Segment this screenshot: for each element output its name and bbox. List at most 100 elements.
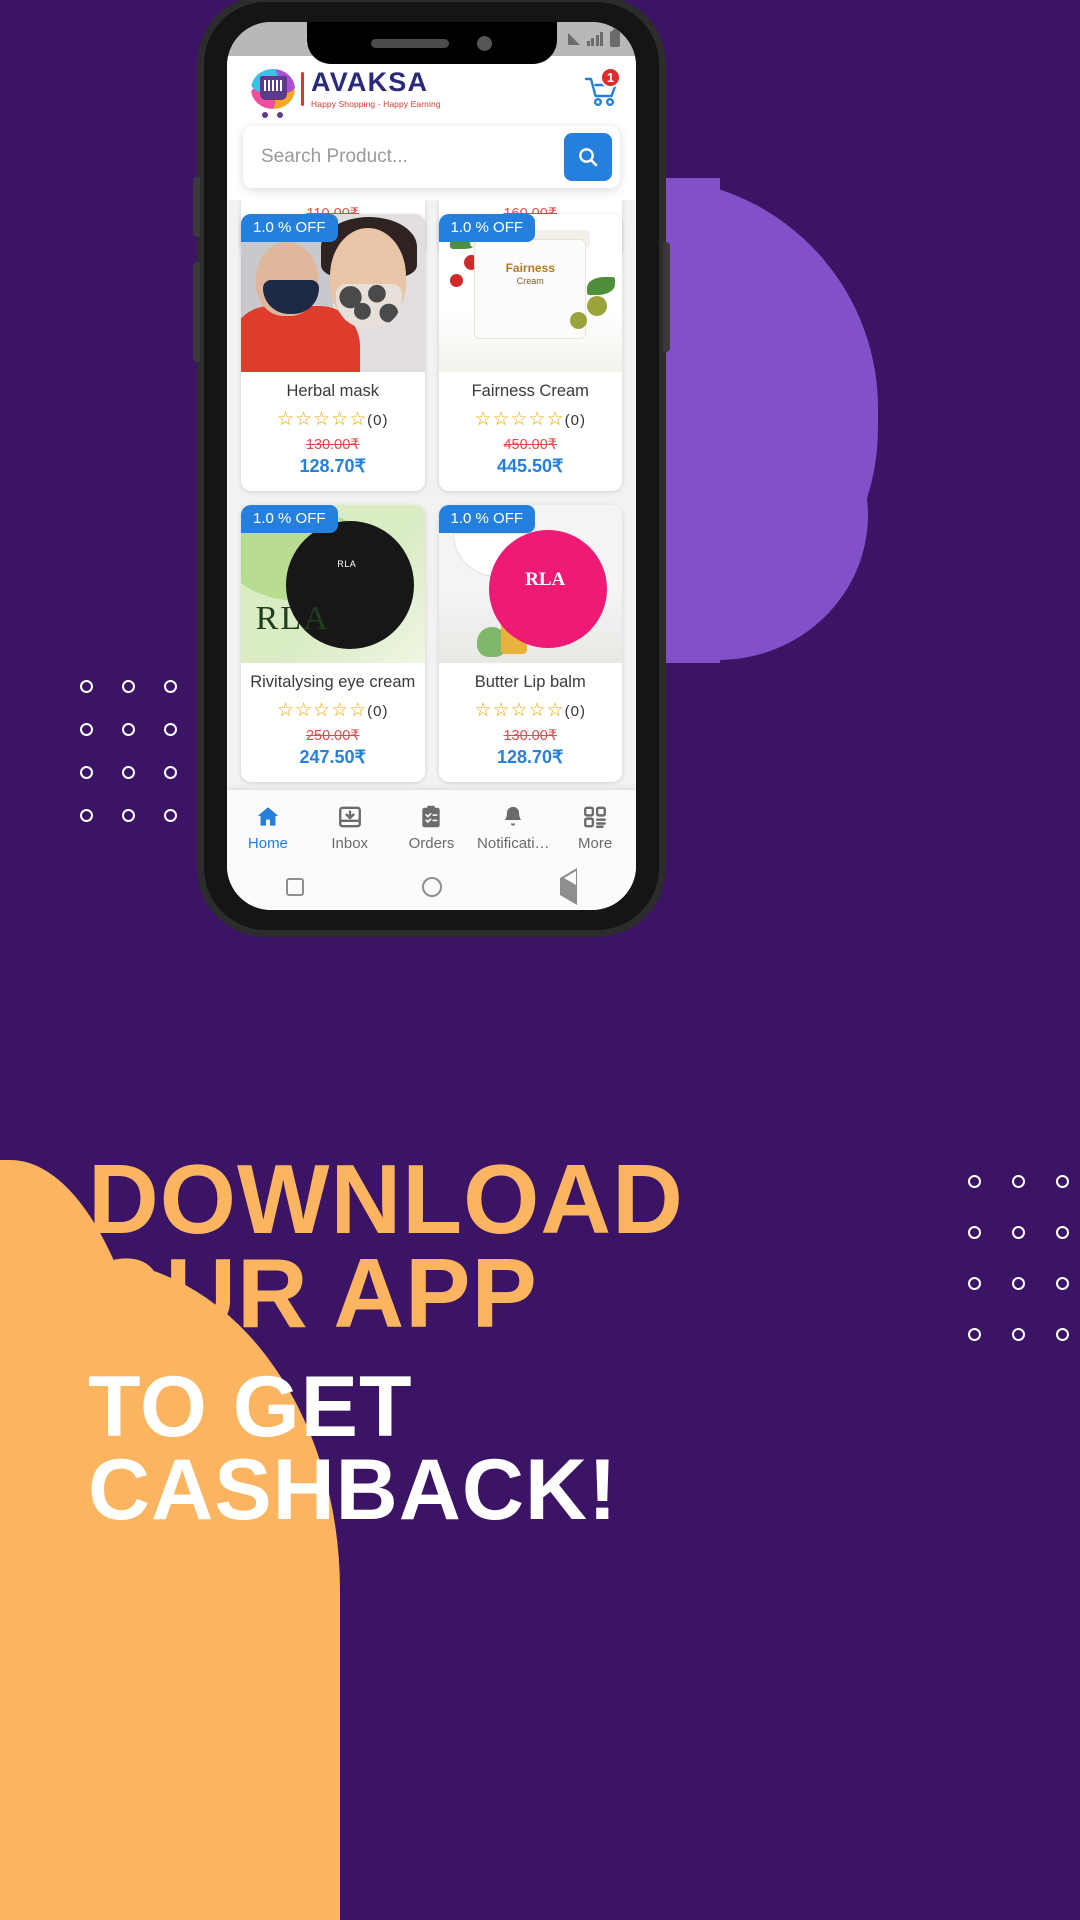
promo-line-3: TO GET — [88, 1359, 413, 1456]
cart-badge: 1 — [600, 67, 621, 88]
status-icons — [567, 29, 620, 47]
product-rating-stars: ☆☆☆☆☆(0) — [474, 700, 586, 721]
phone-mockup: 17 — [193, 2, 670, 930]
search-section — [227, 122, 636, 200]
search-input[interactable] — [261, 146, 564, 168]
nav-item-label: Inbox — [331, 835, 369, 852]
product-card[interactable]: RLA RLA 1.0 % OFF Rivitalysing eye cream ☆☆☆… — [241, 505, 425, 782]
product-rating-stars: ☆☆☆☆☆(0) — [276, 409, 389, 430]
decorative-dot — [80, 809, 93, 822]
product-info: Rivitalysing eye cream ☆☆☆☆☆(0) 250.00₹ 247… — [241, 663, 425, 782]
back-triangle-icon[interactable] — [560, 868, 577, 905]
decorative-dot — [968, 1328, 981, 1341]
recents-square-icon[interactable] — [286, 878, 304, 896]
grid-more-icon — [582, 802, 608, 832]
decorative-dot — [80, 766, 93, 779]
clipboard-icon — [418, 802, 444, 832]
product-price: 247.50₹ — [299, 747, 366, 767]
product-rating-stars: ☆☆☆☆☆(0) — [474, 409, 586, 430]
phone-notch — [306, 22, 557, 64]
logo-divider — [301, 72, 304, 106]
front-camera-icon — [477, 35, 492, 51]
product-media: RLA 1.0 % OFF — [438, 505, 622, 663]
discount-badge: 1.0 % OFF — [241, 214, 338, 242]
decorative-dot — [122, 809, 135, 822]
home-icon — [255, 802, 281, 832]
decorative-dot — [968, 1175, 981, 1188]
phone-power-button — [663, 242, 670, 352]
battery-icon — [610, 29, 620, 47]
product-title: Rivitalysing eye cream — [250, 673, 416, 691]
decorative-dot — [968, 1277, 981, 1290]
product-media: RLA RLA 1.0 % OFF — [241, 505, 425, 663]
poster-background: 17 — [0, 0, 1080, 1920]
decorative-dot — [1056, 1175, 1069, 1188]
discount-badge: 1.0 % OFF — [438, 214, 536, 242]
decorative-dot — [1056, 1277, 1069, 1290]
nav-item-inbox[interactable]: Inbox — [309, 802, 391, 852]
signal-x-icon — [586, 32, 603, 46]
search-icon — [579, 148, 598, 167]
cart-button[interactable]: 1 — [580, 67, 621, 109]
promo-line-4: CASHBACK! — [88, 1441, 618, 1538]
decorative-dot — [164, 766, 177, 779]
product-grid: 1.0 % OFF Herbal mask ☆☆☆☆☆(0) 130.00₹ 128.7… — [241, 214, 622, 801]
nav-item-orders[interactable]: Orders — [391, 802, 473, 852]
product-info: Fairness Cream ☆☆☆☆☆(0) 450.00₹ 445.50₹ — [439, 372, 623, 491]
decorative-dot — [122, 723, 135, 736]
product-old-price: 130.00₹ — [503, 728, 558, 744]
product-card[interactable]: 1.0 % OFF Herbal mask ☆☆☆☆☆(0) 130.00₹ 128.7… — [241, 214, 425, 491]
decorative-dot — [1012, 1328, 1025, 1341]
decorative-dot — [164, 680, 177, 693]
inbox-icon — [337, 802, 363, 832]
product-rating-count: (0) — [564, 703, 586, 720]
brand-tagline: Happy Shopping - Happy Earning — [311, 99, 441, 109]
decorative-dot — [1012, 1226, 1025, 1239]
decorative-dot — [1056, 1226, 1069, 1239]
nav-item-label: Home — [247, 835, 288, 852]
promo-text-block: DOWNLOAD OUR APP TO GET CASHBACK! — [88, 1144, 848, 1538]
nav-item-more[interactable]: More — [554, 802, 636, 852]
nav-item-notificati[interactable]: Notificati… — [472, 802, 554, 852]
product-media: Fairness Cream 1.0 % OFF — [438, 214, 622, 372]
promo-line-1: DOWNLOAD — [88, 1144, 684, 1254]
decorative-dot — [122, 680, 135, 693]
product-media: 1.0 % OFF — [241, 214, 425, 372]
product-info: Herbal mask ☆☆☆☆☆(0) 130.00₹ 128.70₹ — [241, 372, 425, 491]
product-old-price: 250.00₹ — [305, 728, 360, 744]
product-price: 128.70₹ — [299, 456, 366, 476]
product-rating-count: (0) — [367, 412, 389, 429]
home-circle-icon[interactable] — [422, 877, 442, 897]
phone-screen: 17 — [227, 22, 636, 910]
decorative-dot — [80, 723, 93, 736]
product-card[interactable]: Fairness Cream 1.0 % OFF Fairness Cream ☆☆☆☆… — [438, 214, 623, 491]
search-bar[interactable] — [243, 126, 620, 188]
phone-volume-down-button — [193, 262, 200, 362]
decorative-dot — [1012, 1175, 1025, 1188]
product-rating-stars: ☆☆☆☆☆(0) — [276, 700, 389, 721]
signal-icon — [567, 33, 580, 45]
decorative-dot — [1056, 1328, 1069, 1341]
product-info: Butter Lip balm ☆☆☆☆☆(0) 130.00₹ 128.70₹ — [439, 663, 623, 782]
nav-item-home[interactable]: Home — [227, 802, 309, 852]
product-card[interactable]: RLA 1.0 % OFF Butter Lip balm ☆☆☆☆☆(0) 130.0… — [438, 505, 623, 782]
product-old-price: 130.00₹ — [305, 437, 360, 453]
android-system-navigation — [227, 864, 636, 910]
discount-badge: 1.0 % OFF — [241, 505, 338, 533]
decorative-dot — [164, 809, 177, 822]
phone-volume-up-button — [193, 177, 200, 237]
search-button[interactable] — [564, 133, 612, 181]
product-rating-count: (0) — [367, 703, 389, 720]
nav-item-label: Orders — [408, 835, 455, 852]
product-old-price: 450.00₹ — [503, 437, 558, 453]
nav-item-label: More — [577, 835, 613, 852]
promo-line-2: OUR APP — [88, 1238, 538, 1349]
product-title: Fairness Cream — [471, 382, 589, 400]
decorative-dot — [80, 680, 93, 693]
earpiece-speaker — [371, 38, 449, 48]
product-title: Butter Lip balm — [474, 673, 586, 691]
app-header: AVAKSA Happy Shopping - Happy Earning 1 — [227, 56, 636, 122]
shopping-cart-logo-icon — [249, 67, 297, 118]
product-grid-scroll[interactable]: 110.00₹108.90₹160.00₹156.80₹ 1.0 % OFFHe… — [227, 200, 636, 801]
product-rating-count: (0) — [564, 412, 586, 429]
